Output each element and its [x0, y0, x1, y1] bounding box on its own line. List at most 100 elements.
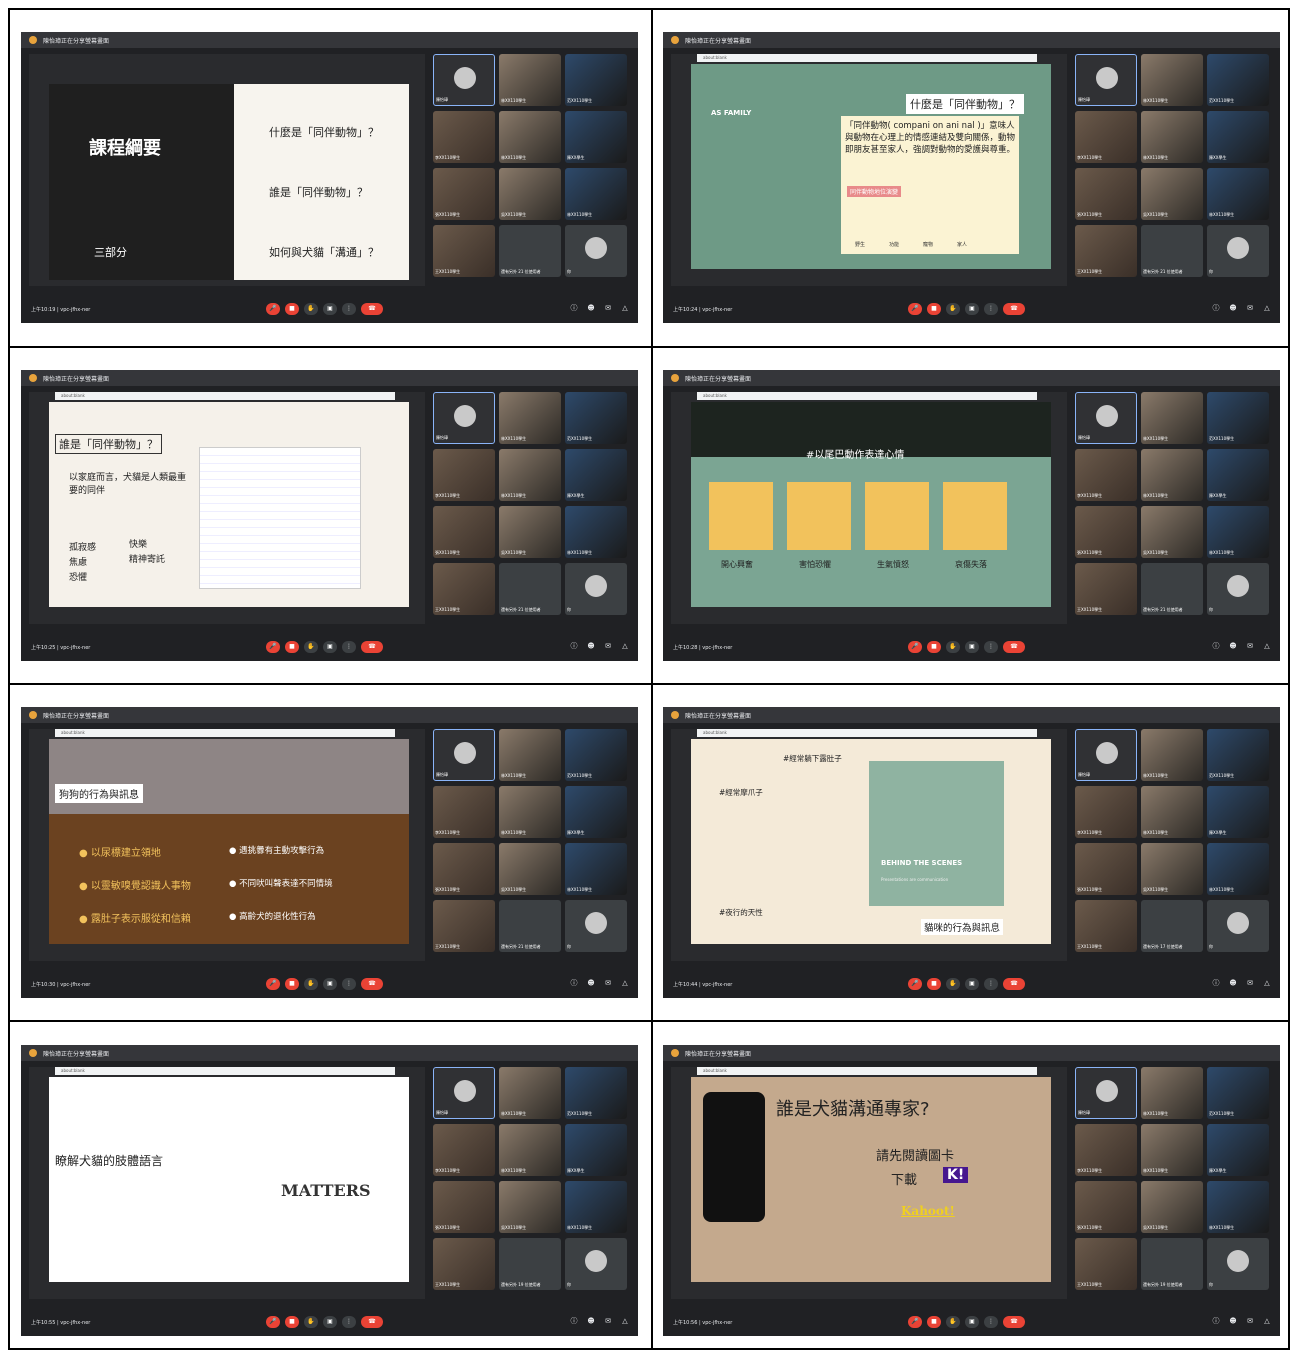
people-icon[interactable]: ☻ [1228, 978, 1238, 988]
participant-tile[interactable]: 李XX110學生 [1075, 449, 1137, 501]
present-button[interactable]: ▣ [323, 641, 337, 653]
participant-tile[interactable]: 范XX110學生 [565, 392, 627, 444]
raise-hand-button[interactable]: ✋ [304, 641, 318, 653]
participant-tile[interactable]: 張XX110學生 [1075, 843, 1137, 895]
participant-tile[interactable]: 你 [565, 563, 627, 615]
participant-tile[interactable]: 李XX110學生 [1075, 111, 1137, 163]
participant-tile[interactable]: 林XX110學生 [499, 1067, 561, 1119]
present-button[interactable]: ▣ [323, 303, 337, 315]
camera-off-button[interactable]: ■ [285, 978, 299, 990]
participant-tile[interactable]: 范XX110學生 [565, 1067, 627, 1119]
participant-tile[interactable]: 吳XX110學生 [1141, 843, 1203, 895]
participant-tile[interactable]: 還有另外 17 位使用者 [1141, 900, 1203, 952]
participant-tile[interactable]: 陳怡璋 [1075, 1067, 1137, 1119]
participant-tile[interactable]: 陳怡璋 [433, 729, 495, 781]
info-icon[interactable]: ⓘ [1211, 303, 1221, 313]
participant-tile[interactable]: 張XX110學生 [1075, 1181, 1137, 1233]
end-call-button[interactable]: ☎ [1003, 641, 1025, 653]
participant-tile[interactable]: 你 [1207, 900, 1269, 952]
participant-tile[interactable]: 你 [1207, 1238, 1269, 1290]
participant-tile[interactable]: 林XX110學生 [1207, 168, 1269, 220]
participant-tile[interactable]: 林XX110學生 [1207, 843, 1269, 895]
info-icon[interactable]: ⓘ [1211, 641, 1221, 651]
participant-tile[interactable]: 林XX110學生 [499, 54, 561, 106]
raise-hand-button[interactable]: ✋ [304, 1316, 318, 1328]
mic-off-button[interactable]: 🎤 [908, 978, 922, 990]
chat-icon[interactable]: ✉ [1245, 641, 1255, 651]
participant-tile[interactable]: 張XX110學生 [433, 168, 495, 220]
people-icon[interactable]: ☻ [1228, 1316, 1238, 1326]
end-call-button[interactable]: ☎ [1003, 978, 1025, 990]
mic-off-button[interactable]: 🎤 [266, 978, 280, 990]
participant-tile[interactable]: 王XX110學生 [433, 1238, 495, 1290]
participant-tile[interactable]: 林XX110學生 [565, 1181, 627, 1233]
participant-tile[interactable]: 李XX110學生 [433, 449, 495, 501]
participant-tile[interactable]: 范XX110學生 [1207, 729, 1269, 781]
participant-tile[interactable]: 林XX110學生 [565, 506, 627, 558]
participant-tile[interactable]: 陳怡璋 [433, 392, 495, 444]
chat-icon[interactable]: ✉ [603, 641, 613, 651]
activities-icon[interactable]: △ [1262, 978, 1272, 988]
more-options-button[interactable]: ⋮ [984, 978, 998, 990]
participant-tile[interactable]: 陳XX學生 [565, 786, 627, 838]
participant-tile[interactable]: 陳XX學生 [1207, 786, 1269, 838]
participant-tile[interactable]: 陳XX學生 [565, 111, 627, 163]
participant-tile[interactable]: 范XX110學生 [565, 729, 627, 781]
chat-icon[interactable]: ✉ [1245, 303, 1255, 313]
more-options-button[interactable]: ⋮ [342, 1316, 356, 1328]
participant-tile[interactable]: 還有另外 19 位使用者 [1141, 1238, 1203, 1290]
participant-tile[interactable]: 陳怡璋 [1075, 729, 1137, 781]
info-icon[interactable]: ⓘ [569, 641, 579, 651]
participant-tile[interactable]: 陳XX學生 [565, 449, 627, 501]
participant-tile[interactable]: 你 [565, 225, 627, 277]
more-options-button[interactable]: ⋮ [342, 641, 356, 653]
camera-off-button[interactable]: ■ [285, 303, 299, 315]
people-icon[interactable]: ☻ [586, 641, 596, 651]
participant-tile[interactable]: 王XX110學生 [433, 563, 495, 615]
participant-tile[interactable]: 李XX110學生 [1075, 786, 1137, 838]
participant-tile[interactable]: 李XX110學生 [433, 111, 495, 163]
participant-tile[interactable]: 陳怡璋 [433, 54, 495, 106]
participant-tile[interactable]: 林XX110學生 [1141, 54, 1203, 106]
participant-tile[interactable]: 范XX110學生 [1207, 392, 1269, 444]
participant-tile[interactable]: 張XX110學生 [433, 506, 495, 558]
participant-tile[interactable]: 吳XX110學生 [499, 1181, 561, 1233]
end-call-button[interactable]: ☎ [361, 978, 383, 990]
activities-icon[interactable]: △ [620, 303, 630, 313]
mic-off-button[interactable]: 🎤 [266, 1316, 280, 1328]
participant-tile[interactable]: 林XX110學生 [1141, 1067, 1203, 1119]
participant-tile[interactable]: 林XX110學生 [1141, 786, 1203, 838]
present-button[interactable]: ▣ [323, 978, 337, 990]
raise-hand-button[interactable]: ✋ [946, 303, 960, 315]
more-options-button[interactable]: ⋮ [984, 1316, 998, 1328]
raise-hand-button[interactable]: ✋ [946, 641, 960, 653]
participant-tile[interactable]: 林XX110學生 [499, 1124, 561, 1176]
activities-icon[interactable]: △ [620, 978, 630, 988]
participant-tile[interactable]: 王XX110學生 [1075, 563, 1137, 615]
participant-tile[interactable]: 林XX110學生 [1207, 1181, 1269, 1233]
participant-tile[interactable]: 還有另外 19 位使用者 [499, 1238, 561, 1290]
participant-tile[interactable]: 王XX110學生 [1075, 225, 1137, 277]
raise-hand-button[interactable]: ✋ [946, 978, 960, 990]
participant-tile[interactable]: 陳怡璋 [1075, 392, 1137, 444]
participant-tile[interactable]: 陳怡璋 [1075, 54, 1137, 106]
info-icon[interactable]: ⓘ [1211, 1316, 1221, 1326]
people-icon[interactable]: ☻ [586, 978, 596, 988]
participant-tile[interactable]: 你 [1207, 563, 1269, 615]
participant-tile[interactable]: 李XX110學生 [433, 1124, 495, 1176]
chat-icon[interactable]: ✉ [603, 303, 613, 313]
participant-tile[interactable]: 你 [565, 900, 627, 952]
camera-off-button[interactable]: ■ [927, 303, 941, 315]
more-options-button[interactable]: ⋮ [984, 641, 998, 653]
participant-tile[interactable]: 林XX110學生 [499, 786, 561, 838]
participant-tile[interactable]: 李XX110學生 [433, 786, 495, 838]
mic-off-button[interactable]: 🎤 [266, 641, 280, 653]
participant-tile[interactable]: 陳XX學生 [1207, 111, 1269, 163]
more-options-button[interactable]: ⋮ [984, 303, 998, 315]
participant-tile[interactable]: 林XX110學生 [1207, 506, 1269, 558]
mic-off-button[interactable]: 🎤 [908, 641, 922, 653]
activities-icon[interactable]: △ [620, 1316, 630, 1326]
participant-tile[interactable]: 張XX110學生 [433, 843, 495, 895]
participant-tile[interactable]: 張XX110學生 [1075, 168, 1137, 220]
participant-tile[interactable]: 林XX110學生 [1141, 111, 1203, 163]
